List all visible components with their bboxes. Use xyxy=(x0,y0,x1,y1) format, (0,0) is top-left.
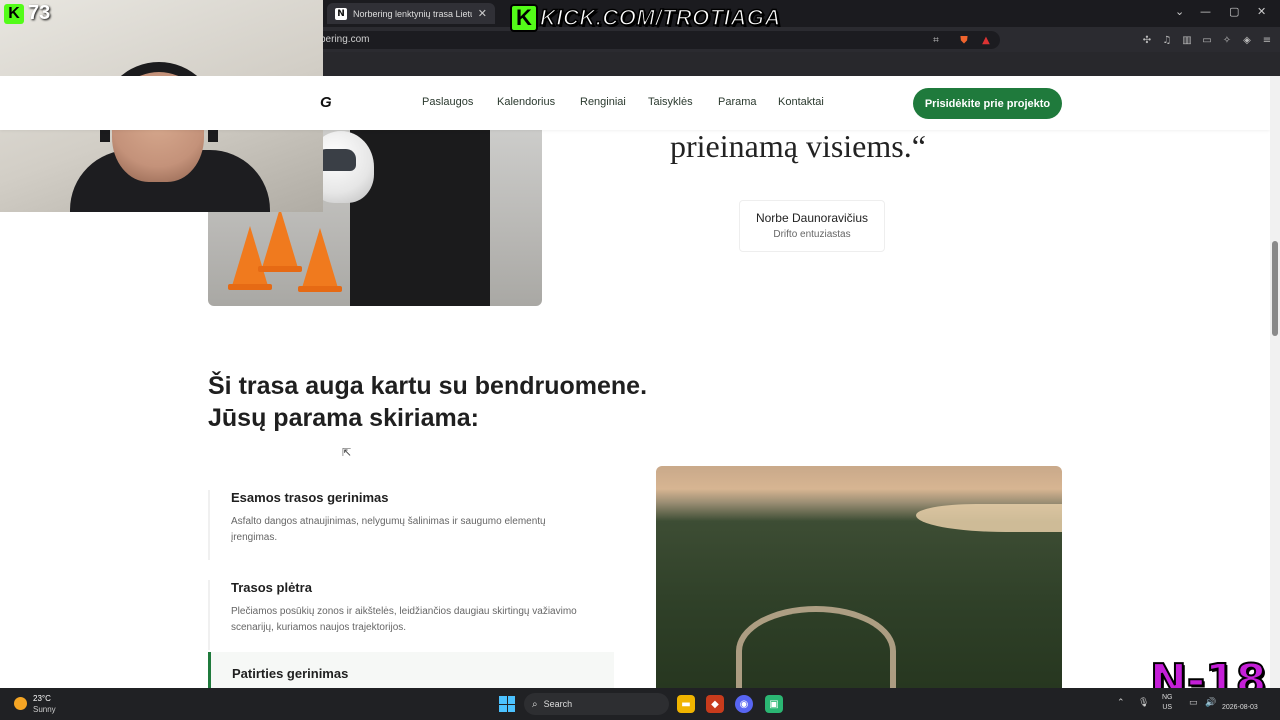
file-explorer-icon[interactable]: ▬ xyxy=(677,695,695,713)
support-item[interactable]: Trasos plėtra Plečiamos posūkių zonos ir… xyxy=(208,580,614,650)
taskbar-search[interactable]: ⌕ Search xyxy=(524,693,669,715)
viewer-count: 73 xyxy=(28,2,51,24)
brave-shield-icon[interactable]: ⛊ xyxy=(958,34,970,46)
input-language[interactable]: NG US xyxy=(1162,693,1173,713)
weather-condition[interactable]: Sunny xyxy=(33,705,56,714)
url-text: bering.com xyxy=(320,34,370,45)
join-project-button[interactable]: Prisidėkite prie projekto xyxy=(913,88,1062,119)
sun-icon[interactable] xyxy=(14,697,27,710)
site-navbar: G Paslaugos Kalendorius Renginiai Taisyk… xyxy=(0,76,1270,130)
search-label: Search xyxy=(543,699,573,709)
kick-channel-banner: K KICK.COM/TROTIAGA xyxy=(510,3,781,33)
taskbar-date[interactable]: 2026-08-03 xyxy=(1222,704,1258,711)
support-item-title: Patirties gerinimas xyxy=(232,666,349,681)
kick-channel-url: KICK.COM/TROTIAGA xyxy=(539,4,781,31)
scrollbar-thumb[interactable] xyxy=(1272,241,1278,336)
viewer-counter: K 73 xyxy=(4,2,50,25)
traffic-cone xyxy=(262,208,298,268)
author-role: Drifto entuziastas xyxy=(773,229,851,240)
windows-taskbar: 23°C Sunny ⌕ Search ▬ ◆ ◉ ▣ ⌃ 🎙 NG US ▭ … xyxy=(0,688,1280,720)
quote-author-card: Norbe Daunoravičius Drifto entuziastas xyxy=(739,200,885,252)
microphone-icon[interactable]: 🎙 xyxy=(1138,698,1149,708)
search-icon: ⌕ xyxy=(532,698,538,710)
nav-link-renginiai[interactable]: Renginiai xyxy=(580,96,626,108)
media-icon[interactable]: ♫ xyxy=(1161,34,1173,46)
kick-logo-icon: K xyxy=(510,4,538,32)
support-item-title: Esamos trasos gerinimas xyxy=(231,490,389,505)
lake-shape xyxy=(916,504,1062,532)
menu-icon[interactable]: ≡ xyxy=(1261,34,1273,46)
app-icon[interactable]: ▣ xyxy=(765,695,783,713)
forest-aerial-photo xyxy=(656,466,1062,688)
cone-base xyxy=(298,286,342,292)
maximize-icon[interactable]: ▢ xyxy=(1229,5,1239,18)
lang-top: NG xyxy=(1162,694,1173,701)
tab-title: Norbering lenktynių trasa Lietuv xyxy=(353,8,472,19)
track-road-shape xyxy=(736,606,896,688)
site-logo[interactable]: G xyxy=(320,94,332,111)
kick-logo-icon: K xyxy=(4,3,24,24)
extensions-icon[interactable]: ✣ xyxy=(1141,34,1153,46)
minimize-icon[interactable]: — xyxy=(1200,5,1211,18)
nav-link-paslaugos[interactable]: Paslaugos xyxy=(422,96,473,108)
vpn-icon[interactable]: ◈ xyxy=(1241,34,1253,46)
cone-base xyxy=(258,266,302,272)
tray-chevron-icon[interactable]: ⌃ xyxy=(1117,698,1125,708)
nav-link-kalendorius[interactable]: Kalendorius xyxy=(497,96,555,108)
mouse-cursor-icon: ⇱ xyxy=(342,447,352,459)
brave-browser-icon[interactable]: ◆ xyxy=(706,695,724,713)
tab-list-chevron-icon[interactable]: ⌄ xyxy=(1175,5,1184,18)
quote-text: prieinamą visiems.“ xyxy=(670,128,926,164)
support-item-active[interactable]: Patirties gerinimas xyxy=(208,652,614,688)
person-figure xyxy=(350,116,490,306)
nav-link-taisykles[interactable]: Taisyklės xyxy=(648,96,693,108)
support-item-title: Trasos plėtra xyxy=(231,580,312,595)
network-icon[interactable]: ▭ xyxy=(1189,698,1198,708)
author-name: Norbe Daunoravičius xyxy=(755,211,869,225)
cone-base xyxy=(228,284,272,290)
support-section-title: Ši trasa auga kartu su bendruomene. Jūsų… xyxy=(208,372,648,432)
url-field[interactable]: bering.com ⌗ ⛊ ▲ xyxy=(300,31,1000,49)
tab-close-icon[interactable]: ✕ xyxy=(478,7,487,20)
support-item[interactable]: Esamos trasos gerinimas Asfalto dangos a… xyxy=(208,490,614,560)
volume-icon[interactable]: 🔊 xyxy=(1205,698,1216,708)
windows-start-icon[interactable] xyxy=(499,696,515,712)
translate-icon[interactable]: ⌗ xyxy=(930,34,942,46)
sidebar-icon[interactable]: ▥ xyxy=(1181,34,1193,46)
wallet-icon[interactable]: ▭ xyxy=(1201,34,1213,46)
support-item-desc: Plečiamos posūkių zonos ir aikštelės, le… xyxy=(231,606,577,633)
browser-tab-active[interactable]: N Norbering lenktynių trasa Lietuv ✕ xyxy=(327,3,495,24)
close-window-icon[interactable]: ✕ xyxy=(1257,5,1266,18)
nav-link-parama[interactable]: Parama xyxy=(718,96,757,108)
support-item-desc: Asfalto dangos atnaujinimas, nelygumų ša… xyxy=(231,516,546,543)
weather-temperature[interactable]: 23°C xyxy=(33,694,51,703)
leo-ai-icon[interactable]: ✧ xyxy=(1221,34,1233,46)
discord-icon[interactable]: ◉ xyxy=(735,695,753,713)
nav-link-kontaktai[interactable]: Kontaktai xyxy=(778,96,824,108)
page-scrollbar[interactable] xyxy=(1270,76,1280,688)
lang-bottom: US xyxy=(1162,704,1173,711)
brave-rewards-icon[interactable]: ▲ xyxy=(980,34,992,46)
site-favicon-icon: N xyxy=(335,7,347,20)
traffic-cone xyxy=(302,228,338,288)
